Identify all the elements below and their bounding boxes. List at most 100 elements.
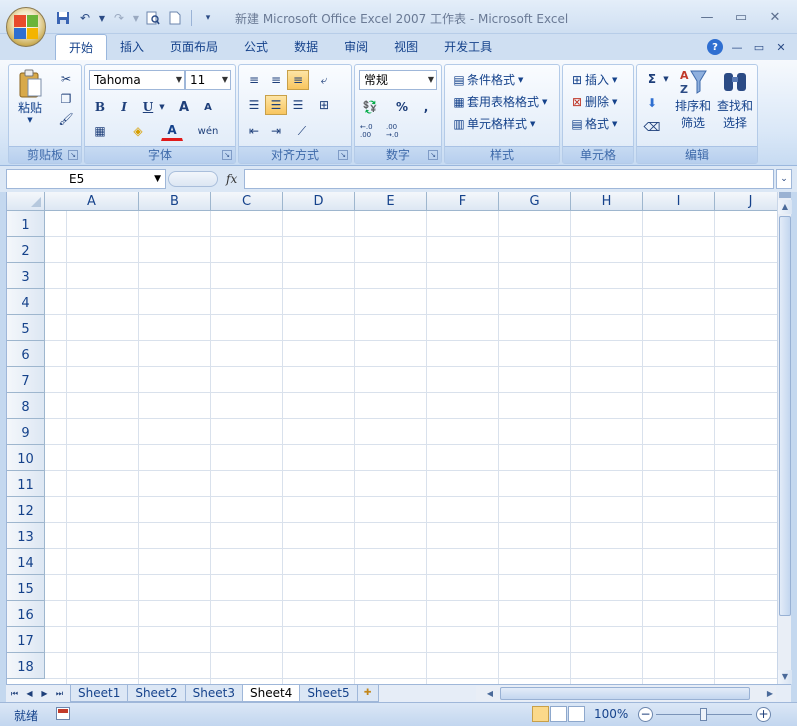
column-header-d[interactable]: D <box>283 192 355 211</box>
row-header-16[interactable]: 16 <box>7 601 45 627</box>
insert-sheet-icon[interactable]: ✚ <box>356 685 379 702</box>
sort-filter-button[interactable]: AZ 排序和 筛选 <box>673 67 713 131</box>
italic-button[interactable]: I <box>113 97 135 117</box>
redo-dropdown-icon[interactable]: ▼ <box>132 9 140 27</box>
tab-view[interactable]: 视图 <box>381 34 431 60</box>
number-format-combo[interactable]: 常规 ▼ <box>359 70 437 90</box>
workbook-close-icon[interactable]: ✕ <box>773 39 789 55</box>
save-icon[interactable] <box>54 9 72 27</box>
underline-button[interactable]: U <box>137 97 159 117</box>
shrink-font-button[interactable]: A <box>197 97 219 117</box>
format-as-table-button[interactable]: ▦ 套用表格格式 ▼ <box>451 93 547 110</box>
fill-down-icon[interactable]: ⬇ <box>641 93 663 113</box>
tab-data[interactable]: 数据 <box>281 34 331 60</box>
sheet-tab-1[interactable]: Sheet1 <box>70 685 129 702</box>
tab-insert[interactable]: 插入 <box>107 34 157 60</box>
align-right-icon[interactable]: ☰ <box>287 95 309 115</box>
horizontal-scroll-thumb[interactable] <box>500 687 750 700</box>
clear-eraser-icon[interactable]: ⌫ <box>641 117 663 137</box>
font-name-combo[interactable]: Tahoma ▼ <box>89 70 185 90</box>
row-header-7[interactable]: 7 <box>7 367 45 393</box>
number-launcher-icon[interactable]: ↘ <box>428 150 438 160</box>
font-color-button[interactable]: A <box>161 121 183 141</box>
page-break-view-icon[interactable] <box>568 706 585 722</box>
decrease-indent-icon[interactable]: ⇤ <box>243 121 265 141</box>
row-header-12[interactable]: 12 <box>7 497 45 523</box>
align-bottom-icon[interactable]: ≡ <box>287 70 309 90</box>
macro-record-icon[interactable] <box>56 707 70 720</box>
sheet-tab-3[interactable]: Sheet3 <box>184 685 243 702</box>
font-launcher-icon[interactable]: ↘ <box>222 150 232 160</box>
row-header-2[interactable]: 2 <box>7 237 45 263</box>
sheet-tab-4[interactable]: Sheet4 <box>241 685 301 702</box>
formula-bar-resize-handle[interactable] <box>168 171 218 187</box>
page-layout-view-icon[interactable] <box>550 706 567 722</box>
scroll-up-icon[interactable]: ▲ <box>778 200 792 214</box>
undo-dropdown-icon[interactable]: ▼ <box>98 9 106 27</box>
expand-formula-bar-icon[interactable]: ⌄ <box>776 169 792 189</box>
column-header-e[interactable]: E <box>355 192 427 211</box>
find-select-button[interactable]: 查找和 选择 <box>715 67 755 131</box>
row-header-5[interactable]: 5 <box>7 315 45 341</box>
decrease-decimal-button[interactable]: .00 →.0 <box>385 121 409 141</box>
borders-icon[interactable]: ▦ <box>89 121 111 141</box>
undo-icon[interactable]: ↶ <box>76 9 94 27</box>
row-header-13[interactable]: 13 <box>7 523 45 549</box>
row-header-11[interactable]: 11 <box>7 471 45 497</box>
redo-icon[interactable]: ↷ <box>110 9 128 27</box>
sheet-tab-2[interactable]: Sheet2 <box>127 685 186 702</box>
autosum-button[interactable]: Σ <box>641 69 663 89</box>
workbook-minimize-icon[interactable]: — <box>729 39 745 55</box>
vertical-split-handle[interactable] <box>779 192 791 198</box>
column-header-h[interactable]: H <box>571 192 643 211</box>
zoom-out-icon[interactable]: − <box>638 707 653 722</box>
alignment-launcher-icon[interactable]: ↘ <box>338 150 348 160</box>
grow-font-button[interactable]: A <box>173 97 195 117</box>
column-header-b[interactable]: B <box>139 192 211 211</box>
row-header-4[interactable]: 4 <box>7 289 45 315</box>
orientation-icon[interactable]: ⟋ <box>291 121 313 141</box>
scroll-right-icon[interactable]: ▶ <box>764 686 776 701</box>
phonetic-guide-button[interactable]: wén <box>197 121 219 141</box>
prev-sheet-icon[interactable]: ◀ <box>23 686 36 701</box>
increase-indent-icon[interactable]: ⇥ <box>265 121 287 141</box>
increase-decimal-button[interactable]: ←.0 .00 <box>359 121 383 141</box>
vertical-scrollbar[interactable]: ▲ ▼ <box>777 192 792 684</box>
scroll-left-icon[interactable]: ◀ <box>484 686 496 701</box>
zoom-in-icon[interactable]: + <box>756 707 771 722</box>
normal-view-icon[interactable] <box>532 706 549 722</box>
underline-dropdown-icon[interactable]: ▼ <box>157 97 167 117</box>
cell-area[interactable] <box>45 211 777 684</box>
cell-styles-button[interactable]: ▥ 单元格样式 ▼ <box>451 115 535 132</box>
row-header-15[interactable]: 15 <box>7 575 45 601</box>
vertical-scroll-thumb[interactable] <box>779 216 791 616</box>
row-header-14[interactable]: 14 <box>7 549 45 575</box>
row-header-3[interactable]: 3 <box>7 263 45 289</box>
merge-center-icon[interactable]: ⊞ <box>313 95 335 115</box>
last-sheet-icon[interactable]: ⏭ <box>53 686 66 701</box>
column-header-j[interactable]: J <box>715 192 777 211</box>
accounting-format-icon[interactable]: 💱 <box>359 97 381 117</box>
scroll-down-icon[interactable]: ▼ <box>778 670 792 684</box>
column-header-f[interactable]: F <box>427 192 499 211</box>
row-header-17[interactable]: 17 <box>7 627 45 653</box>
row-header-9[interactable]: 9 <box>7 419 45 445</box>
column-header-c[interactable]: C <box>211 192 283 211</box>
format-painter-icon[interactable]: 🖌 <box>55 109 77 129</box>
row-header-10[interactable]: 10 <box>7 445 45 471</box>
sheet-tab-5[interactable]: Sheet5 <box>299 685 358 702</box>
formula-input[interactable] <box>244 169 774 189</box>
tab-formulas[interactable]: 公式 <box>231 34 281 60</box>
delete-cells-button[interactable]: ⊠ 删除 ▼ <box>569 93 617 110</box>
tab-page-layout[interactable]: 页面布局 <box>157 34 231 60</box>
comma-button[interactable]: , <box>415 97 437 117</box>
tab-home[interactable]: 开始 <box>55 34 108 61</box>
column-header-a[interactable]: A <box>45 192 139 211</box>
select-all-corner[interactable] <box>7 192 45 211</box>
wrap-text-icon[interactable]: ⤶ <box>313 70 335 90</box>
align-middle-icon[interactable]: ≡ <box>265 70 287 90</box>
column-header-g[interactable]: G <box>499 192 571 211</box>
zoom-level[interactable]: 100% <box>594 707 628 721</box>
bold-button[interactable]: B <box>89 97 111 117</box>
restore-icon[interactable]: ▭ <box>725 6 757 28</box>
